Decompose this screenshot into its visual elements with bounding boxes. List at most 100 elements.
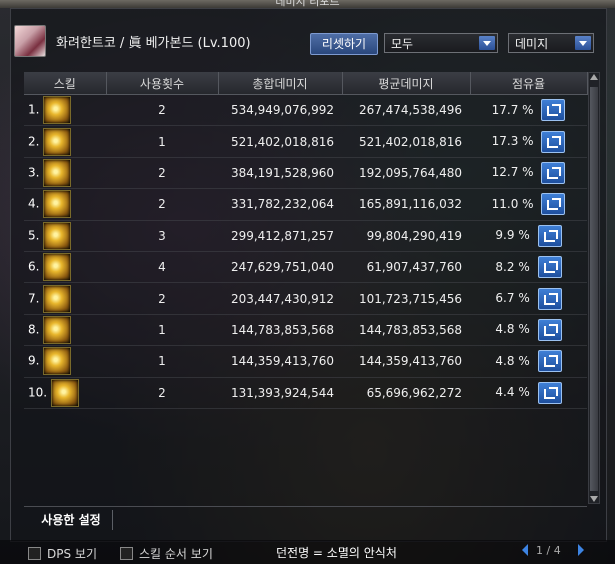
average-damage: 192,095,764,480 [342, 157, 470, 190]
table-row: 7. 2 203,447,430,912 101,723,715,456 6.7 % [24, 282, 587, 315]
share-icon[interactable] [537, 287, 562, 310]
share-icon[interactable] [537, 318, 562, 341]
page-indicator: 1 / 4 [536, 544, 561, 557]
skill-order-checkbox[interactable]: 스킬 순서 보기 [120, 545, 213, 562]
table-header-row: 스킬 사용횟수 총합데미지 평균데미지 점유율 [24, 72, 588, 95]
skill-order-label: 스킬 순서 보기 [139, 547, 213, 561]
share-icon[interactable] [541, 99, 566, 122]
row-index: 5. [28, 228, 40, 243]
total-damage: 203,447,430,912 [218, 282, 342, 315]
prev-page-icon[interactable] [522, 544, 528, 556]
table-row: 8. 1 144,783,853,568 144,783,853,568 4.8 % [24, 314, 587, 347]
table-row: 3. 2 384,191,528,960 192,095,764,480 12.7 % [24, 157, 587, 190]
skill-cell: 1. [24, 94, 106, 127]
col-header-skill: 스킬 [24, 72, 107, 95]
share-icon[interactable] [537, 350, 562, 373]
share-icon[interactable] [537, 224, 562, 247]
row-index: 10. [28, 385, 48, 400]
skill-icon [50, 378, 79, 407]
row-index: 7. [28, 291, 40, 306]
skill-cell: 4. [24, 188, 106, 221]
use-count: 4 [106, 251, 218, 284]
dps-view-label: DPS 보기 [47, 547, 97, 561]
chevron-down-icon[interactable] [575, 36, 591, 50]
share-cell: 4.8 % [470, 314, 587, 347]
checkbox-icon[interactable] [28, 547, 41, 560]
table-row: 5. 3 299,412,871,257 99,804,290,419 9.9 % [24, 220, 587, 252]
share-percent: 6.7 % [495, 291, 530, 306]
share-cell: 8.2 % [470, 251, 587, 284]
share-percent: 17.3 % [491, 134, 534, 149]
skill-cell: 10. [24, 377, 106, 409]
col-header-avg: 평균데미지 [342, 72, 471, 95]
scroll-down-icon[interactable] [590, 496, 598, 502]
total-damage: 534,949,076,992 [218, 94, 342, 127]
next-page-icon[interactable] [578, 544, 584, 556]
use-count: 1 [106, 125, 218, 158]
total-damage: 384,191,528,960 [218, 157, 342, 190]
average-damage: 65,696,962,272 [342, 377, 470, 409]
metric-dropdown-value: 데미지 [515, 37, 549, 51]
share-cell: 9.9 % [470, 220, 587, 252]
scroll-thumb[interactable] [590, 87, 598, 491]
use-count: 2 [106, 188, 218, 221]
filter-dropdown[interactable]: 모두 [384, 33, 498, 53]
skill-cell: 2. [24, 125, 106, 158]
skill-icon [43, 158, 72, 187]
row-index: 8. [28, 322, 40, 337]
table-row: 2. 1 521,402,018,816 521,402,018,816 17.3 % [24, 125, 587, 158]
total-damage: 331,782,232,064 [218, 188, 342, 221]
share-icon[interactable] [541, 193, 566, 216]
skill-icon [43, 190, 72, 219]
dps-view-checkbox[interactable]: DPS 보기 [28, 545, 97, 562]
footer-bar: DPS 보기 스킬 순서 보기 던전명 = 소멸의 안식처 1 / 4 [0, 540, 615, 564]
chevron-down-icon[interactable] [479, 36, 495, 50]
skill-cell: 5. [24, 220, 106, 252]
share-cell: 17.3 % [470, 125, 587, 158]
col-header-total: 총합데미지 [218, 72, 343, 95]
use-count: 1 [106, 314, 218, 347]
total-damage: 299,412,871,257 [218, 220, 342, 252]
use-count: 2 [106, 282, 218, 315]
dungeon-name: 던전명 = 소멸의 안식처 [276, 546, 397, 560]
use-count: 2 [106, 94, 218, 127]
share-percent: 4.8 % [495, 322, 530, 337]
character-header: 화려한트코 / 眞 베가본드 (Lv.100) [14, 24, 251, 58]
row-index: 9. [28, 353, 40, 368]
share-icon[interactable] [541, 130, 566, 153]
share-cell: 4.8 % [470, 345, 587, 378]
share-icon[interactable] [537, 381, 562, 404]
reset-button[interactable]: 리셋하기 [310, 33, 378, 55]
tab-used-settings[interactable]: 사용한 설정 [30, 510, 113, 530]
total-damage: 131,393,924,544 [218, 377, 342, 409]
scrollbar[interactable] [588, 72, 600, 504]
total-damage: 144,359,413,760 [218, 345, 342, 378]
use-count: 2 [106, 157, 218, 190]
share-percent: 4.8 % [495, 353, 530, 368]
share-icon[interactable] [541, 161, 566, 184]
checkbox-icon[interactable] [120, 547, 133, 560]
table-row: 6. 4 247,629,751,040 61,907,437,760 8.2 % [24, 251, 587, 284]
settings-tabbar: 사용한 설정 [24, 506, 587, 531]
character-avatar [14, 25, 46, 57]
average-damage: 61,907,437,760 [342, 251, 470, 284]
skill-cell: 6. [24, 251, 106, 284]
skill-icon [43, 221, 72, 250]
total-damage: 144,783,853,568 [218, 314, 342, 347]
scroll-up-icon[interactable] [590, 74, 598, 80]
row-index: 6. [28, 259, 40, 274]
metric-dropdown[interactable]: 데미지 [508, 33, 594, 53]
use-count: 2 [106, 377, 218, 409]
skill-cell: 7. [24, 282, 106, 315]
character-name: 화려한트코 / 眞 베가본드 (Lv.100) [56, 35, 251, 51]
share-percent: 4.4 % [495, 385, 530, 400]
share-cell: 11.0 % [470, 188, 587, 221]
skill-damage-table: 스킬 사용횟수 총합데미지 평균데미지 점유율 1. 2 534,949,076,… [24, 72, 588, 409]
average-damage: 101,723,715,456 [342, 282, 470, 315]
use-count: 1 [106, 345, 218, 378]
row-index: 1. [28, 102, 40, 117]
share-cell: 4.4 % [470, 377, 587, 409]
table-row: 9. 1 144,359,413,760 144,359,413,760 4.8 % [24, 345, 587, 378]
share-icon[interactable] [537, 256, 562, 279]
skill-icon [43, 253, 72, 282]
